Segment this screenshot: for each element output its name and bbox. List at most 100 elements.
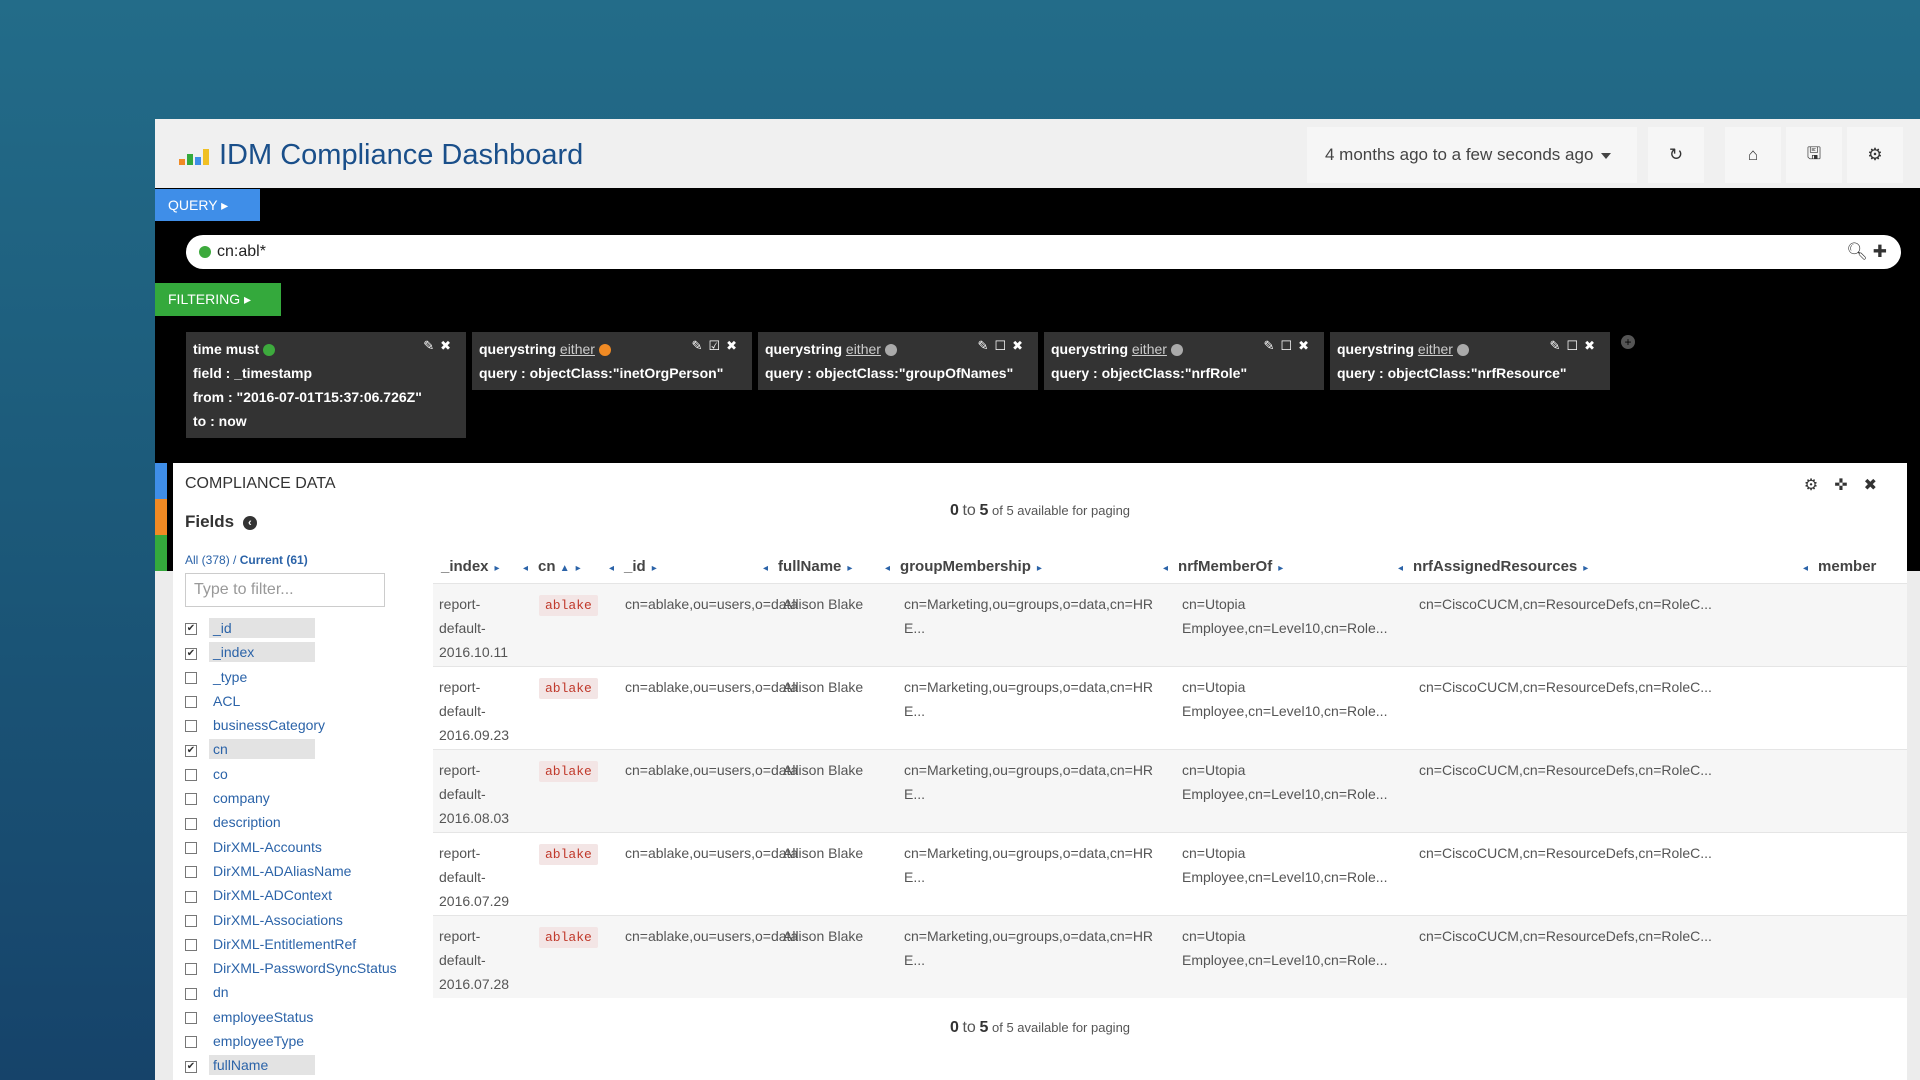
checkbox-icon[interactable]: ☐ xyxy=(1566,338,1584,353)
edit-icon[interactable]: ✎ xyxy=(1264,338,1281,353)
field-name[interactable]: dn xyxy=(209,982,233,1002)
table-row[interactable]: report-default-2016.08.03 ablake cn=ablake… xyxy=(433,749,1907,832)
close-icon[interactable]: ✖ xyxy=(726,338,743,353)
filter-card[interactable]: querystring either query : objectClass:"… xyxy=(472,332,752,390)
column-header-cn[interactable]: ◂ cn ▲ ▸ xyxy=(523,551,581,583)
field-checkbox[interactable]: ✔ xyxy=(185,647,197,660)
table-row[interactable]: report-default-2016.07.29 ablake cn=ablake… xyxy=(433,832,1907,915)
move-icon[interactable]: ✜ xyxy=(1834,477,1863,494)
home-button[interactable]: ⌂ xyxy=(1725,127,1781,183)
table-row[interactable]: report-default-2016.07.28 ablake cn=ablake… xyxy=(433,915,1907,998)
field-checkbox[interactable] xyxy=(185,841,197,854)
filter-card[interactable]: querystring either query : objectClass:"… xyxy=(1330,332,1610,390)
field-name[interactable]: DirXML-ADContext xyxy=(209,885,336,905)
close-icon[interactable]: ✖ xyxy=(1012,338,1029,353)
field-name[interactable]: cn xyxy=(209,739,315,760)
field-list-item[interactable]: company xyxy=(185,786,435,810)
column-header-nrfmemberof[interactable]: ◂ nrfMemberOf ▸ xyxy=(1163,551,1283,583)
column-header-index[interactable]: _index ▸ xyxy=(441,551,500,583)
field-list-item[interactable]: ✔ cn xyxy=(185,737,435,761)
field-name[interactable]: _index xyxy=(209,642,315,663)
field-checkbox[interactable] xyxy=(185,793,197,806)
field-list-item[interactable]: ACL xyxy=(185,689,435,713)
field-name[interactable]: businessCategory xyxy=(209,715,329,735)
field-list-item[interactable]: co xyxy=(185,762,435,786)
field-checkbox[interactable]: ✔ xyxy=(185,744,197,757)
field-list-item[interactable]: businessCategory xyxy=(185,713,435,737)
settings-button[interactable]: ⚙ xyxy=(1847,127,1903,183)
field-list-item[interactable]: dn xyxy=(185,980,435,1004)
field-checkbox[interactable] xyxy=(185,720,197,733)
edit-icon[interactable]: ✎ xyxy=(978,338,995,353)
field-checkbox[interactable]: ✔ xyxy=(185,623,197,636)
field-checkbox[interactable] xyxy=(185,671,197,684)
field-checkbox[interactable]: ✔ xyxy=(185,1060,197,1073)
field-name[interactable]: DirXML-EntitlementRef xyxy=(209,934,360,954)
field-checkbox[interactable] xyxy=(185,987,197,1000)
filter-card[interactable]: querystring either query : objectClass:"… xyxy=(1044,332,1324,390)
field-checkbox[interactable] xyxy=(185,1036,197,1049)
add-filter-icon[interactable]: + xyxy=(1621,335,1635,349)
field-list-item[interactable]: ✔ _id xyxy=(185,616,435,640)
close-icon[interactable]: ✖ xyxy=(1864,477,1893,494)
edit-icon[interactable]: ✎ xyxy=(423,338,440,353)
field-name[interactable]: DirXML-Associations xyxy=(209,910,347,930)
cell-cn[interactable]: ablake xyxy=(539,844,598,865)
query-input-box[interactable]: cn:abl* 🔍︎ ✚ xyxy=(186,235,1901,269)
save-button[interactable]: 🖫 xyxy=(1786,127,1842,183)
cell-cn[interactable]: ablake xyxy=(539,761,598,782)
field-list-item[interactable]: DirXML-PasswordSyncStatus xyxy=(185,956,435,980)
column-header-nrfassignedresources[interactable]: ◂ nrfAssignedResources ▸ xyxy=(1398,551,1588,583)
column-header-member[interactable]: ◂ member xyxy=(1803,551,1876,583)
field-list-item[interactable]: DirXML-ADContext xyxy=(185,883,435,907)
close-icon[interactable]: ✖ xyxy=(1584,338,1601,353)
field-name[interactable]: _id xyxy=(209,618,315,638)
cell-cn[interactable]: ablake xyxy=(539,678,598,699)
search-icon[interactable]: 🔍︎ xyxy=(1846,242,1868,261)
table-row[interactable]: report-default-2016.10.11 ablake cn=ablake… xyxy=(433,583,1907,666)
field-list-item[interactable]: DirXML-ADAliasName xyxy=(185,859,435,883)
column-header-fullname[interactable]: ◂ fullName ▸ xyxy=(763,551,852,583)
filter-color-dot[interactable] xyxy=(884,344,897,357)
field-list-item[interactable]: DirXML-EntitlementRef xyxy=(185,932,435,956)
field-list-item[interactable]: DirXML-Associations xyxy=(185,908,435,932)
field-checkbox[interactable] xyxy=(185,963,197,976)
field-checkbox[interactable] xyxy=(185,696,197,709)
time-range-picker[interactable]: 4 months ago to a few seconds ago xyxy=(1307,127,1637,183)
filter-color-dot[interactable] xyxy=(598,344,611,357)
field-name[interactable]: fullName xyxy=(209,1055,315,1076)
field-name[interactable]: co xyxy=(209,764,232,784)
query-color-dot[interactable] xyxy=(199,246,211,258)
table-row[interactable]: report-default-2016.09.23 ablake cn=ablake… xyxy=(433,666,1907,749)
column-header-id[interactable]: ◂ _id ▸ xyxy=(609,551,657,583)
field-name[interactable]: description xyxy=(209,812,285,832)
fields-filter-input[interactable] xyxy=(185,573,385,607)
field-checkbox[interactable] xyxy=(185,939,197,952)
edit-icon[interactable]: ✎ xyxy=(692,338,709,353)
plus-icon[interactable]: ✚ xyxy=(1873,242,1887,261)
edit-icon[interactable]: ✎ xyxy=(1550,338,1567,353)
refresh-button[interactable]: ↻ xyxy=(1648,127,1704,183)
field-checkbox[interactable] xyxy=(185,890,197,903)
checkbox-icon[interactable]: ☐ xyxy=(1280,338,1298,353)
field-list-item[interactable]: description xyxy=(185,810,435,834)
field-checkbox[interactable] xyxy=(185,914,197,927)
column-header-groupmembership[interactable]: ◂ groupMembership ▸ xyxy=(885,551,1042,583)
field-list-item[interactable]: ✔ fullName xyxy=(185,1053,435,1077)
filter-card[interactable]: querystring either query : objectClass:"… xyxy=(758,332,1038,390)
field-name[interactable]: DirXML-PasswordSyncStatus xyxy=(209,958,401,978)
query-tab[interactable]: QUERY ▸ xyxy=(155,189,260,221)
field-name[interactable]: DirXML-Accounts xyxy=(209,837,326,857)
gear-icon[interactable]: ⚙ xyxy=(1804,477,1834,494)
field-checkbox[interactable] xyxy=(185,769,197,782)
filter-card[interactable]: time must field : _timestamp from : "201… xyxy=(186,332,466,438)
close-icon[interactable]: ✖ xyxy=(440,338,457,353)
checkbox-icon[interactable]: ☑ xyxy=(708,338,726,353)
field-checkbox[interactable] xyxy=(185,866,197,879)
filter-color-dot[interactable] xyxy=(1456,344,1469,357)
filtering-tab[interactable]: FILTERING ▸ xyxy=(155,283,281,316)
field-name[interactable]: ACL xyxy=(209,691,244,711)
cell-cn[interactable]: ablake xyxy=(539,595,598,616)
cell-cn[interactable]: ablake xyxy=(539,927,598,948)
field-name[interactable]: _type xyxy=(209,667,251,687)
